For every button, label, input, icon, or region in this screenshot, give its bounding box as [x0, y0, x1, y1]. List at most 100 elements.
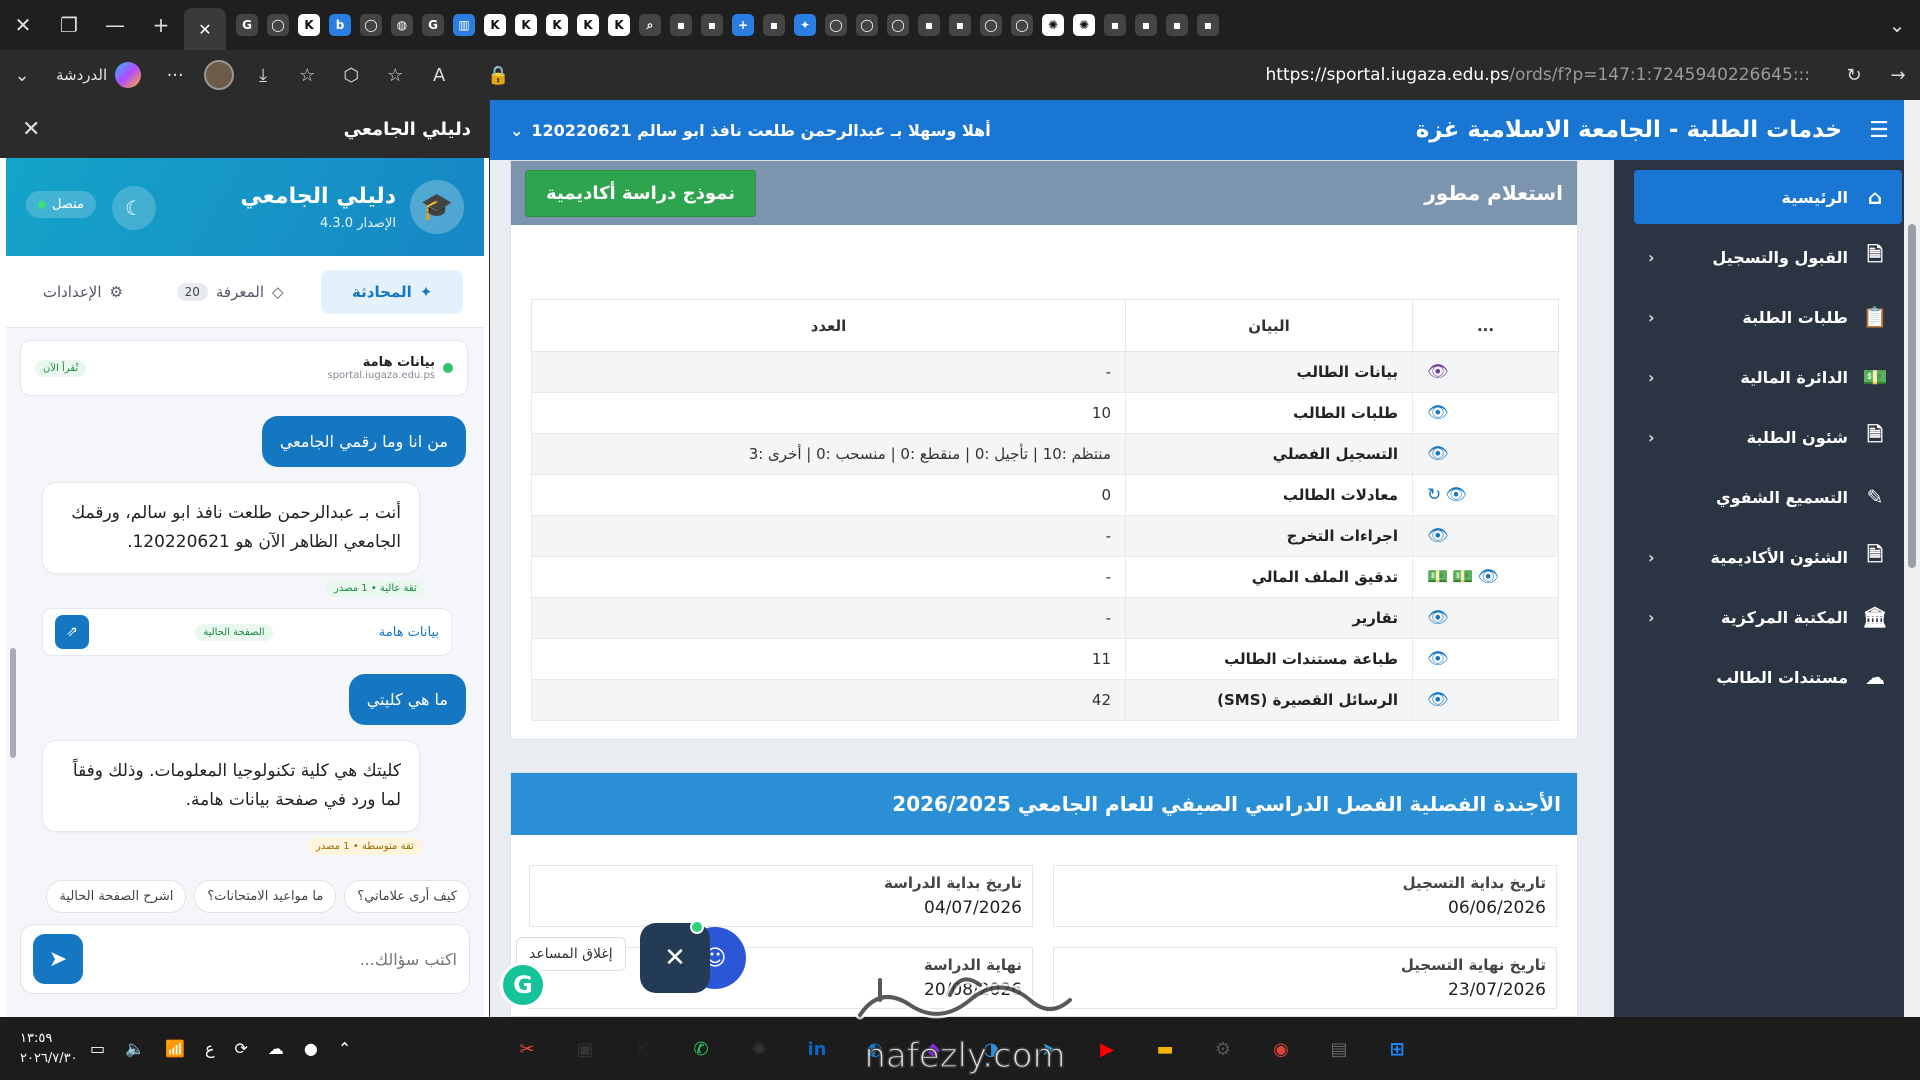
chevron-up-icon[interactable]: ⌃ — [338, 1039, 351, 1058]
chatgpt-icon[interactable]: ✺ — [737, 1027, 781, 1071]
bing-icon[interactable]: b — [329, 14, 351, 36]
close-window-icon[interactable]: ✕ — [0, 0, 46, 50]
sidebar-item-3[interactable]: 💵 الدائرة المالية ‹ — [1634, 350, 1902, 404]
app-tray-icon[interactable]: ● — [304, 1039, 318, 1058]
money-icon[interactable]: 💵 — [1427, 567, 1448, 587]
github-icon[interactable]: ◯ — [267, 14, 289, 36]
eye-icon[interactable]: 👁 — [1427, 608, 1449, 628]
more-icon[interactable]: ··· — [153, 55, 197, 95]
tab-chat[interactable]: ✦ المحادثة — [321, 269, 464, 314]
sidebar-item-4[interactable]: 🗎 شئون الطلبة ‹ — [1634, 410, 1902, 464]
tab-knowledge[interactable]: ◇ المعرفة 20 — [161, 270, 300, 314]
notes-icon[interactable]: ▣ — [563, 1027, 607, 1071]
suggestion-chip[interactable]: ما مواعيد الامتحانات؟ — [194, 880, 337, 913]
k-icon[interactable]: K — [608, 14, 630, 36]
profile-avatar[interactable] — [197, 55, 241, 95]
telegram-icon[interactable]: ➤ — [1027, 1027, 1071, 1071]
sidebar-item-2[interactable]: 📋 طلبات الطلبة ‹ — [1634, 290, 1902, 344]
taskbar-clock[interactable]: ١٣:٥٩ ٢٠٢٦/٧/٣٠ — [0, 1029, 80, 1068]
chatgpt-icon[interactable]: ✺ — [1073, 14, 1095, 36]
github-icon[interactable]: ◯ — [825, 14, 847, 36]
eye-icon[interactable]: 👁 — [1477, 567, 1499, 587]
academic-study-form-button[interactable]: نموذج دراسة أكاديمية — [525, 169, 756, 217]
tab-settings[interactable]: ⚙ الإعدادات — [27, 270, 139, 314]
github-icon[interactable]: ◯ — [980, 14, 1002, 36]
k-icon[interactable]: K — [546, 14, 568, 36]
restore-window-icon[interactable]: ❐ — [46, 0, 92, 50]
active-tab-close-icon[interactable]: ✕ — [184, 8, 226, 50]
app-icon[interactable]: ▪ — [1104, 14, 1126, 36]
extensions-icon[interactable]: ⬡ — [329, 55, 373, 95]
app-icon[interactable]: ▪ — [670, 14, 692, 36]
eye-icon[interactable]: 👁 — [1427, 403, 1449, 423]
wifi-icon[interactable]: 📶 — [165, 1039, 185, 1058]
hamburger-menu-icon[interactable]: ☰ — [1858, 109, 1900, 151]
page-scrollbar[interactable] — [1904, 100, 1920, 1017]
eye-icon[interactable]: 👁 — [1427, 444, 1449, 464]
sync-icon[interactable]: ⟳ — [235, 1039, 248, 1058]
sidebar-item-1[interactable]: 🗎 القبول والتسجيل ‹ — [1634, 230, 1902, 284]
refresh-icon[interactable]: ↻ — [1427, 485, 1441, 505]
grammarly-icon[interactable]: G — [500, 962, 546, 1008]
suggestion-chip[interactable]: اشرح الصفحة الحالية — [46, 880, 187, 913]
k-icon[interactable]: K — [577, 14, 599, 36]
chrome-icon[interactable]: ◉ — [1259, 1027, 1303, 1071]
context-card[interactable]: بيانات هامة sportal.iugaza.edu.ps تُقرأ … — [20, 340, 468, 396]
k-icon[interactable]: K — [515, 14, 537, 36]
eye-icon[interactable]: 👁 — [1427, 690, 1449, 710]
copilot-button[interactable]: الدردشة — [44, 56, 153, 94]
search-icon[interactable]: ⌕ — [639, 14, 661, 36]
sidebar-item-5[interactable]: ✎ التسميع الشفوي — [1634, 470, 1902, 524]
download-icon[interactable]: ⤓ — [241, 55, 285, 95]
edge-icon[interactable]: ◐ — [853, 1027, 897, 1071]
url-bar[interactable]: 🔒 https://sportal.iugaza.edu.ps/ords/f?p… — [469, 57, 1824, 93]
k-icon[interactable]: K — [298, 14, 320, 36]
minimize-window-icon[interactable]: — — [92, 0, 138, 50]
github-icon[interactable]: ◯ — [360, 14, 382, 36]
youtube-icon[interactable]: ▶ — [1085, 1027, 1129, 1071]
app-icon[interactable]: ◆ — [911, 1027, 955, 1071]
app-icon[interactable]: ▪ — [763, 14, 785, 36]
google-icon[interactable]: G — [422, 14, 444, 36]
money-icon[interactable]: 💵 — [1452, 567, 1473, 587]
app-icon[interactable]: ▤ — [1317, 1027, 1361, 1071]
app-icon[interactable]: ▪ — [701, 14, 723, 36]
open-external-icon[interactable]: ⇗ — [55, 615, 90, 649]
eye-icon[interactable]: 👁 — [1427, 362, 1449, 382]
github-icon[interactable]: ◯ — [856, 14, 878, 36]
onedrive-icon[interactable]: ☁ — [268, 1039, 284, 1058]
chat-input[interactable] — [95, 949, 457, 969]
plus-icon[interactable]: + — [732, 14, 754, 36]
gemini-icon[interactable]: ✦ — [794, 14, 816, 36]
github-icon[interactable]: ◯ — [887, 14, 909, 36]
edge-beta-icon[interactable]: ◑ — [969, 1027, 1013, 1071]
github-icon[interactable]: ◯ — [1011, 14, 1033, 36]
snip-icon[interactable]: ✂ — [505, 1027, 549, 1071]
refresh-icon[interactable]: ↻ — [1832, 55, 1876, 95]
chart-icon[interactable]: ▥ — [453, 14, 475, 36]
volume-icon[interactable]: 🔈 — [125, 1039, 145, 1058]
eye-icon[interactable]: 👁 — [1427, 526, 1449, 546]
close-panel-icon[interactable]: ✕ — [22, 117, 40, 142]
linkedin-icon[interactable]: in — [795, 1027, 839, 1071]
settings-icon[interactable]: ⚙ — [1201, 1027, 1245, 1071]
google-icon[interactable]: G — [236, 14, 258, 36]
user-menu[interactable]: 👤 أهلا وسهلا بـ عبدالرحمن طلعت نافذ ابو … — [510, 121, 1019, 140]
app-icon[interactable]: ▪ — [1197, 14, 1219, 36]
app-icon[interactable]: ▪ — [918, 14, 940, 36]
suggestion-chip[interactable]: كيف أرى علاماتي؟ — [344, 880, 470, 913]
source-card[interactable]: بيانات هامة الصفحة الحالية ⇗ — [42, 608, 452, 656]
dark-mode-toggle-icon[interactable]: ☾ — [112, 186, 156, 230]
eye-icon[interactable]: 👁 — [1427, 649, 1449, 669]
sidebar-item-8[interactable]: ☁ مستندات الطالب — [1634, 650, 1902, 704]
forward-icon[interactable]: → — [1876, 55, 1920, 95]
tab-list-chevron-icon[interactable]: ⌄ — [1874, 0, 1920, 50]
sidebar-item-0[interactable]: ⌂ الرئيسية — [1634, 170, 1902, 224]
folder-icon[interactable]: ▬ — [1143, 1027, 1187, 1071]
globe-icon[interactable]: ◍ — [391, 14, 413, 36]
k-app-icon[interactable]: K — [621, 1027, 665, 1071]
add-favorite-icon[interactable]: ☆ — [373, 55, 417, 95]
app-icon[interactable]: ▪ — [949, 14, 971, 36]
tab-menu-chevron-icon[interactable]: ⌄ — [0, 55, 44, 95]
battery-icon[interactable]: ▭ — [90, 1039, 105, 1058]
